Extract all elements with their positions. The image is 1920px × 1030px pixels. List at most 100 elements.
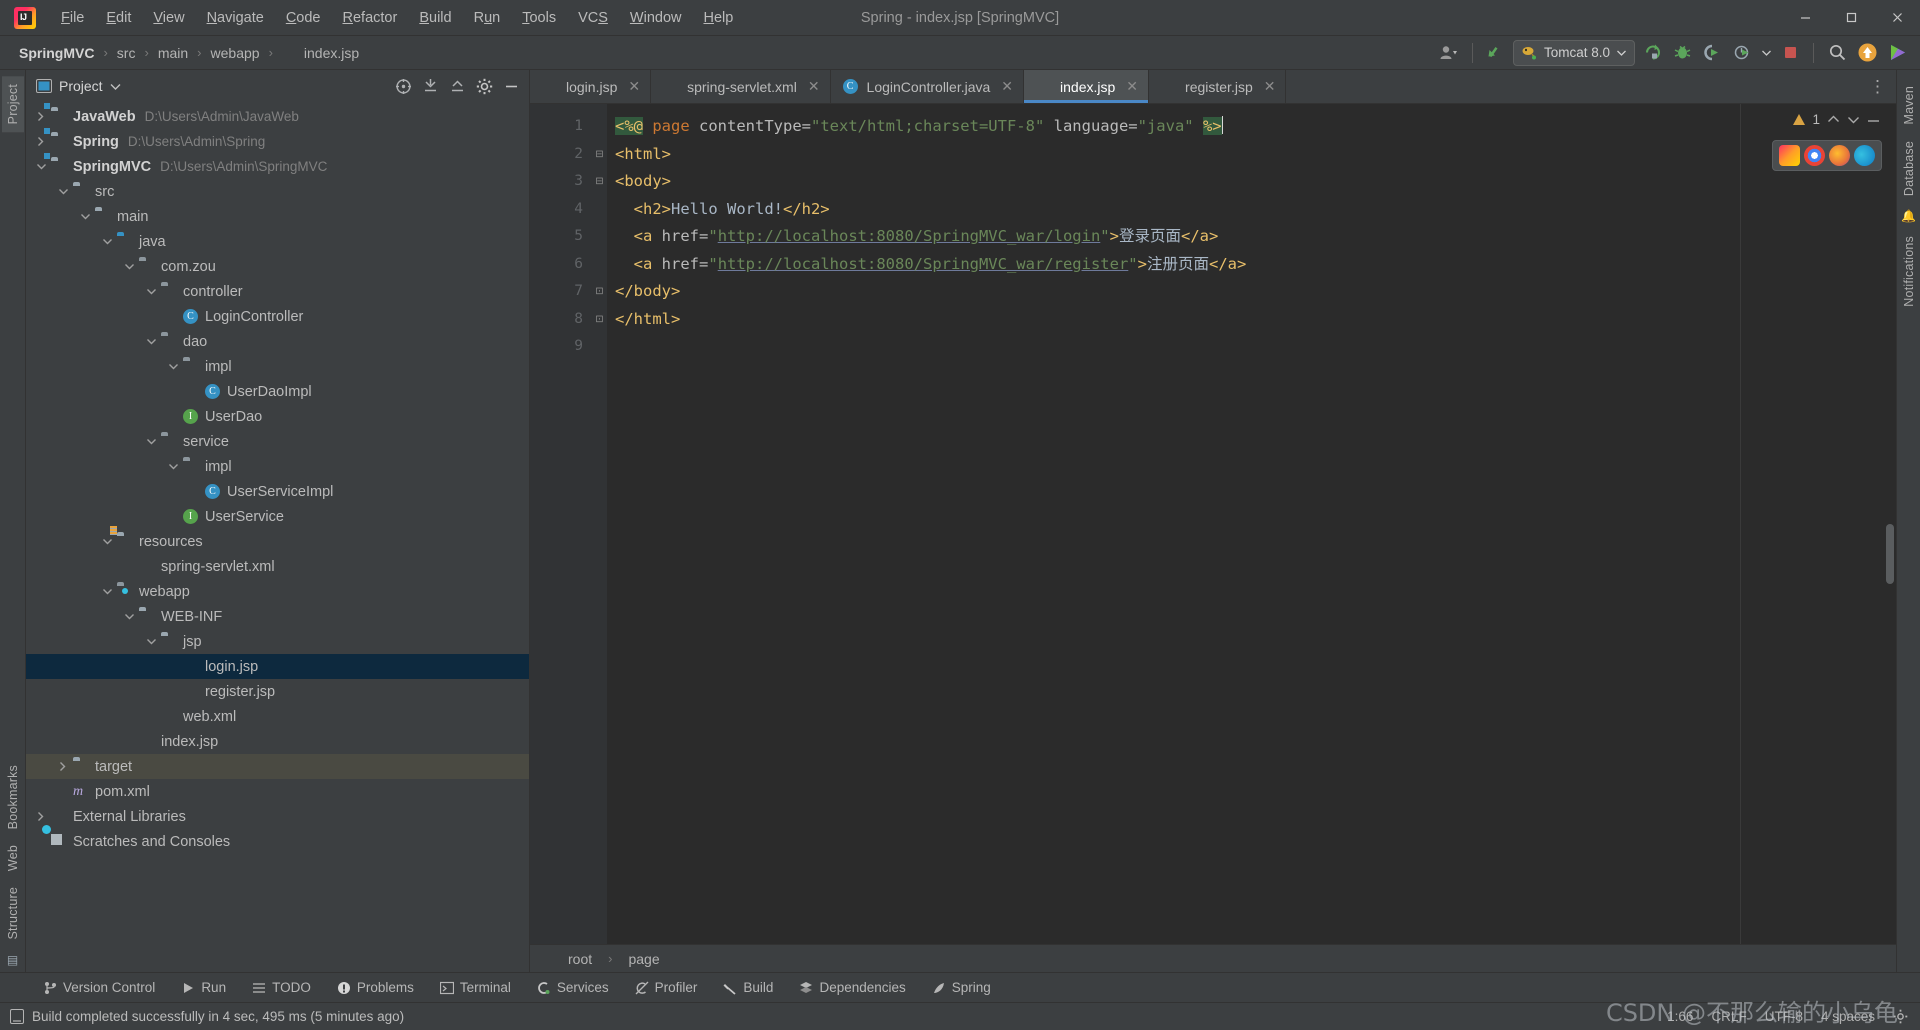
tree-node-jsp[interactable]: jsp — [26, 629, 529, 654]
tree-node-dao[interactable]: dao — [26, 329, 529, 354]
menu-item-help[interactable]: Help — [692, 6, 744, 30]
tree-node-userdao[interactable]: I UserDao — [26, 404, 529, 429]
bottom-tool-run[interactable]: Run — [168, 977, 239, 998]
sidebar-tab-structure[interactable]: Structure — [2, 879, 24, 948]
bottom-tool-spring[interactable]: Spring — [919, 977, 1004, 998]
fold-marker[interactable]: ⊡ — [592, 278, 607, 306]
chevron-down-icon[interactable] — [58, 187, 73, 196]
close-tab-icon[interactable]: ✕ — [1264, 78, 1276, 95]
rerun-icon[interactable] — [1639, 40, 1665, 66]
tree-node-index-jsp[interactable]: index.jsp — [26, 729, 529, 754]
code-line[interactable]: <%@ page contentType="text/html;charset=… — [615, 113, 1896, 141]
sidebar-tab-database[interactable]: Database — [1898, 133, 1920, 204]
sidebar-tab-maven[interactable]: Maven — [1898, 78, 1920, 133]
fold-marker[interactable]: ⊟ — [592, 168, 607, 196]
tree-node-pom-xml[interactable]: m pom.xml — [26, 779, 529, 804]
fold-marker[interactable]: ⊡ — [592, 306, 607, 334]
preview-edge-icon[interactable] — [1854, 145, 1875, 166]
bottom-tool-todo[interactable]: TODO — [239, 977, 324, 998]
account-icon[interactable] — [1436, 40, 1462, 66]
breadcrumb-item-index-jsp[interactable]: index.jsp — [277, 42, 364, 63]
menu-item-navigate[interactable]: Navigate — [196, 6, 275, 30]
editor-tabs-actions[interactable]: ⋮ — [1869, 70, 1896, 103]
chevron-down-icon[interactable] — [80, 212, 95, 221]
chevron-down-icon[interactable] — [102, 237, 117, 246]
fold-marker[interactable] — [592, 223, 607, 251]
caret-position[interactable]: 1:66 — [1667, 1009, 1693, 1024]
sidebar-tab-project[interactable]: Project — [1, 76, 24, 133]
inspection-widget[interactable]: 1 — [1793, 112, 1880, 127]
chevron-right-icon[interactable] — [36, 111, 51, 122]
fold-marker[interactable] — [592, 113, 607, 141]
tree-node-service[interactable]: service — [26, 429, 529, 454]
code-line[interactable]: <html> — [615, 141, 1896, 169]
close-tab-icon[interactable]: ✕ — [1001, 78, 1013, 95]
menu-item-tools[interactable]: Tools — [511, 6, 567, 30]
inspection-menu-icon[interactable] — [1867, 115, 1880, 124]
chevron-down-icon[interactable] — [168, 462, 183, 471]
chevron-down-icon[interactable] — [124, 612, 139, 621]
update-arrow-icon[interactable] — [1483, 40, 1509, 66]
select-opened-file-button[interactable] — [391, 74, 415, 98]
code-line[interactable]: <a href="http://localhost:8080/SpringMVC… — [615, 223, 1896, 251]
tree-node-web-xml[interactable]: web.xml — [26, 704, 529, 729]
project-panel-title-group[interactable]: Project — [36, 78, 121, 94]
tree-node-impl[interactable]: impl — [26, 354, 529, 379]
editor-breadcrumb-item-root[interactable]: root — [560, 951, 600, 967]
breadcrumb-item-main[interactable]: main — [153, 43, 193, 63]
editor-tab-index-jsp[interactable]: index.jsp ✕ — [1024, 70, 1150, 103]
bottom-tool-problems[interactable]: Problems — [324, 977, 427, 998]
run-configuration-selector[interactable]: Tomcat 8.0 — [1512, 39, 1635, 66]
editor-breadcrumb-item-page[interactable]: page — [620, 951, 667, 967]
code-line[interactable] — [615, 333, 1896, 361]
menu-item-vcs[interactable]: VCS — [567, 6, 619, 30]
chevron-down-icon[interactable] — [102, 587, 117, 596]
prev-problem-icon[interactable] — [1827, 115, 1840, 124]
tree-node-login-jsp[interactable]: login.jsp — [26, 654, 529, 679]
minimize-button[interactable] — [1782, 0, 1828, 36]
expand-all-button[interactable] — [418, 74, 442, 98]
menu-item-run[interactable]: Run — [463, 6, 512, 30]
fold-marker[interactable] — [592, 196, 607, 224]
chevron-down-icon[interactable] — [146, 287, 161, 296]
upload-icon[interactable] — [1854, 40, 1880, 66]
profiler-dropdown-icon[interactable] — [1759, 40, 1773, 66]
tree-node-scratches-and-consoles[interactable]: Scratches and Consoles — [26, 829, 529, 854]
bottom-tool-terminal[interactable]: Terminal — [427, 977, 524, 998]
chevron-down-icon[interactable] — [146, 437, 161, 446]
sidebar-tab-bookmarks[interactable]: Bookmarks — [2, 757, 24, 837]
tree-node-spring[interactable]: Spring D:\Users\Admin\Spring — [26, 129, 529, 154]
breadcrumb-item-webapp[interactable]: webapp — [206, 43, 265, 63]
next-problem-icon[interactable] — [1847, 115, 1860, 124]
menu-item-build[interactable]: Build — [408, 6, 462, 30]
stop-icon[interactable] — [1777, 40, 1803, 66]
tree-node-resources[interactable]: resources — [26, 529, 529, 554]
tree-node-src[interactable]: src — [26, 179, 529, 204]
tree-node-main[interactable]: main — [26, 204, 529, 229]
fold-marker[interactable]: ⊟ — [592, 141, 607, 169]
menu-item-window[interactable]: Window — [619, 6, 693, 30]
chevron-down-icon[interactable] — [102, 537, 117, 546]
menu-item-refactor[interactable]: Refactor — [332, 6, 409, 30]
file-encoding[interactable]: UTF-8 — [1765, 1009, 1803, 1024]
fold-gutter[interactable]: ⊟ ⊟ ⊡ ⊡ — [592, 104, 607, 944]
code-line[interactable]: </html> — [615, 306, 1896, 334]
preview-chrome-icon[interactable] — [1804, 145, 1825, 166]
tree-node-javaweb[interactable]: JavaWeb D:\Users\Admin\JavaWeb — [26, 104, 529, 129]
profiler-icon[interactable] — [1729, 40, 1755, 66]
editor-tab-register-jsp[interactable]: register.jsp ✕ — [1149, 70, 1287, 103]
editor-tab-logincontroller-java[interactable]: C LoginController.java ✕ — [831, 70, 1025, 103]
chevron-down-icon[interactable] — [110, 83, 121, 90]
breadcrumb-item-src[interactable]: src — [112, 43, 141, 63]
fold-marker[interactable] — [592, 251, 607, 279]
code-line[interactable]: <a href="http://localhost:8080/SpringMVC… — [615, 251, 1896, 279]
hide-panel-button[interactable] — [499, 74, 523, 98]
close-button[interactable] — [1874, 0, 1920, 36]
chevron-right-icon[interactable] — [36, 811, 51, 822]
editor-scrollbar[interactable] — [1883, 104, 1896, 944]
editor-tab-spring-servlet-xml[interactable]: spring-servlet.xml ✕ — [651, 70, 831, 103]
preview-ide-icon[interactable] — [1779, 145, 1800, 166]
tree-node-com-zou[interactable]: com.zou — [26, 254, 529, 279]
menu-item-code[interactable]: Code — [275, 6, 332, 30]
close-tab-icon[interactable]: ✕ — [628, 78, 640, 95]
